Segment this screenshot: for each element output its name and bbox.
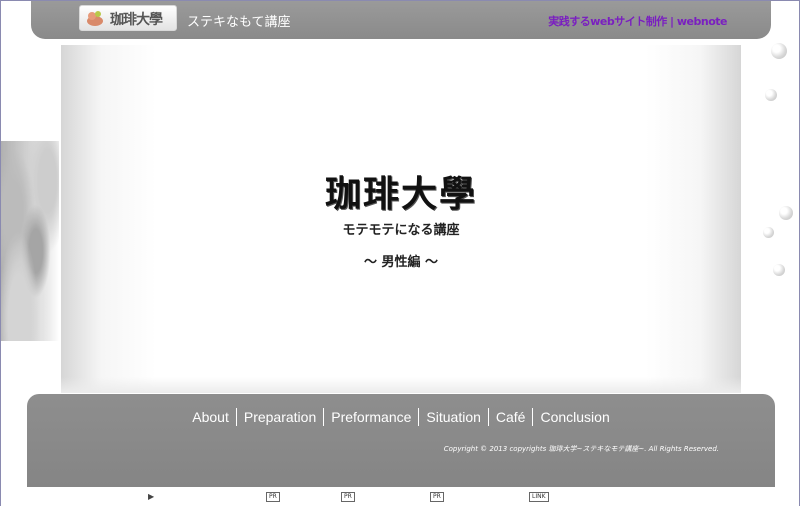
site-footer: About Preparation Preformance Situation Café…: [27, 394, 775, 487]
play-arrow-icon[interactable]: ▶: [148, 492, 154, 501]
decorative-coffee-beans-image: [1, 141, 59, 341]
main-content-panel: 珈琲大學 モテモテになる講座 ～ 男性編 ～: [61, 45, 741, 393]
external-site-link[interactable]: 実践するwebサイト制作 | webnote: [548, 13, 727, 29]
hero-edition-label: ～ 男性編 ～: [363, 255, 439, 270]
ad-tag-pr[interactable]: PR: [430, 492, 444, 502]
site-logo[interactable]: 珈琲大學: [79, 5, 177, 31]
ad-bar: ▶ PR PR PR LINK: [1, 488, 799, 506]
site-header: 珈琲大學 ステキなもて講座 実践するwebサイト制作 | webnote: [31, 1, 771, 39]
droplet-decoration: [765, 89, 777, 101]
nav-situation[interactable]: Situation: [418, 408, 487, 426]
droplet-decoration: [763, 227, 774, 238]
site-subtitle: ステキなもて講座: [187, 15, 291, 30]
footer-nav: About Preparation Preformance Situation Café…: [27, 408, 775, 426]
nav-about[interactable]: About: [185, 408, 236, 426]
ad-tag-link[interactable]: LINK: [529, 492, 549, 502]
hero-subtitle: モテモテになる講座: [342, 223, 460, 238]
droplet-decoration: [779, 206, 793, 220]
ad-tag-pr[interactable]: PR: [266, 492, 280, 502]
nav-cafe[interactable]: Café: [487, 408, 533, 426]
droplet-decoration: [773, 264, 785, 276]
nav-preformance[interactable]: Preformance: [323, 408, 418, 426]
nav-conclusion[interactable]: Conclusion: [532, 408, 616, 426]
copyright-text: Copyright © 2013 copyrights 珈琲大学~ステキなモテ講…: [443, 445, 719, 453]
ad-tag-pr[interactable]: PR: [341, 492, 355, 502]
logo-text: 珈琲大學: [110, 12, 163, 28]
droplet-decoration: [771, 43, 787, 59]
hero-logo-title: 珈琲大學: [324, 173, 477, 215]
nav-preparation[interactable]: Preparation: [235, 408, 323, 426]
coffee-cup-icon: [87, 11, 103, 26]
